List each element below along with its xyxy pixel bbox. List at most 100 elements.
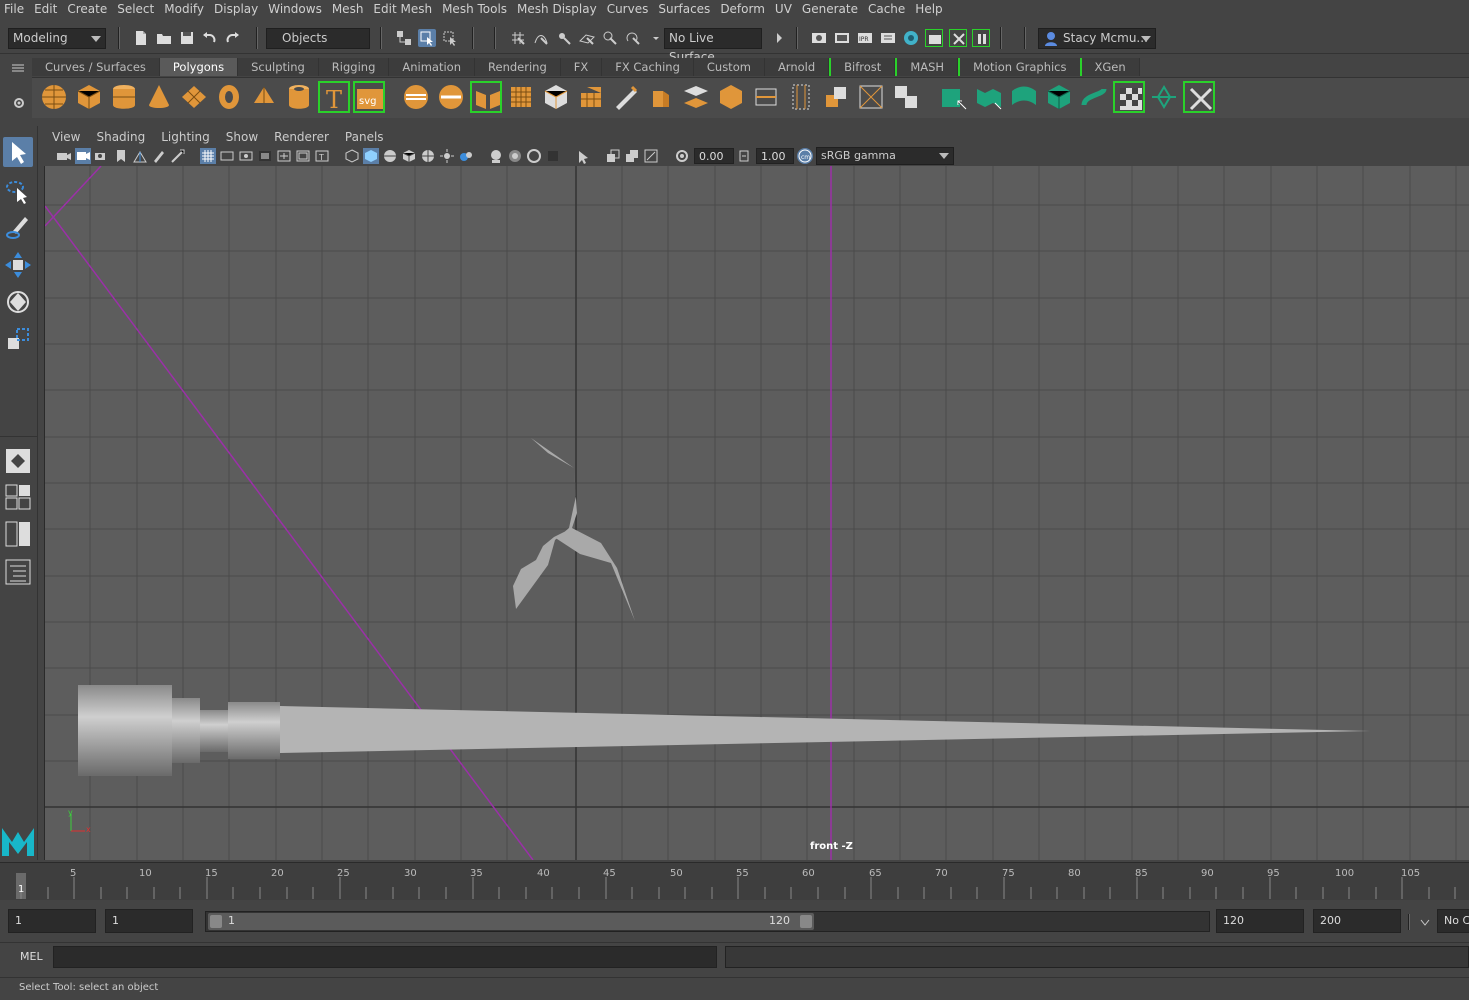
snap-curve-icon[interactable] <box>532 29 550 47</box>
snap-point-icon[interactable] <box>555 29 573 47</box>
shelf-tab-curves-surfaces[interactable]: Curves / Surfaces <box>32 58 160 76</box>
append-polygon-icon[interactable] <box>820 81 852 113</box>
current-frame-marker[interactable]: 1 <box>18 884 24 895</box>
camera-attributes-icon[interactable] <box>75 148 91 164</box>
ambient-occlusion-icon[interactable] <box>458 148 474 164</box>
automatic-mapping-icon[interactable] <box>1043 81 1075 113</box>
shelf-tab-animation[interactable]: Animation <box>389 58 476 76</box>
xray-components-icon[interactable] <box>545 148 561 164</box>
expand-arrow-icon[interactable] <box>770 29 782 47</box>
depth-of-field-icon[interactable] <box>643 148 659 164</box>
paint-select-tool-icon[interactable] <box>3 213 33 243</box>
render-view-icon[interactable] <box>810 29 828 47</box>
shelf-tab-rendering[interactable]: Rendering <box>475 58 561 76</box>
menu-select[interactable]: Select <box>112 1 159 17</box>
offset-edge-loop-icon[interactable] <box>785 81 817 113</box>
selection-mode-dropdown[interactable]: Objects <box>266 28 370 49</box>
gamma-field[interactable]: 1.00 <box>756 148 794 164</box>
render-frame-icon[interactable] <box>833 29 851 47</box>
select-object-icon[interactable] <box>418 29 436 47</box>
mirror-icon[interactable] <box>470 81 502 113</box>
outliner-layout-icon[interactable] <box>3 557 33 587</box>
range-start-handle[interactable] <box>210 915 222 928</box>
range-end-handle[interactable] <box>800 915 812 928</box>
planar-mapping-icon[interactable] <box>973 81 1005 113</box>
panel-menu-renderer[interactable]: Renderer <box>266 130 337 144</box>
menu-deform[interactable]: Deform <box>715 1 770 17</box>
menu-display[interactable]: Display <box>209 1 263 17</box>
time-slider[interactable] <box>0 862 1469 900</box>
menu-modify[interactable]: Modify <box>159 1 209 17</box>
scale-tool-icon[interactable] <box>3 324 33 354</box>
camera-select-icon[interactable] <box>56 148 72 164</box>
color-space-dropdown[interactable]: sRGB gamma <box>816 147 954 165</box>
safe-action-icon[interactable] <box>295 148 311 164</box>
shelf-tab-xgen[interactable]: XGen <box>1081 58 1140 76</box>
scene-end-field[interactable]: 200 <box>1313 909 1401 933</box>
cylindrical-mapping-icon[interactable] <box>1008 81 1040 113</box>
select-hierarchy-icon[interactable] <box>395 29 413 47</box>
selection-highlight-icon[interactable] <box>575 148 591 164</box>
wireframe-icon[interactable] <box>344 148 360 164</box>
gamma-reset-icon[interactable] <box>736 148 752 164</box>
menu-curves[interactable]: Curves <box>602 1 654 17</box>
arnold-render-view-icon[interactable] <box>925 29 943 47</box>
combine-icon[interactable] <box>400 81 432 113</box>
menu-generate[interactable]: Generate <box>797 1 863 17</box>
shelf-tab-fx-caching[interactable]: FX Caching <box>602 58 694 76</box>
panel-menu-view[interactable]: View <box>44 130 88 144</box>
fill-hole-icon[interactable] <box>855 81 887 113</box>
menu-edit-mesh[interactable]: Edit Mesh <box>368 1 437 17</box>
select-tool-icon[interactable] <box>3 137 33 167</box>
shelf-tab-arnold[interactable]: Arnold <box>764 58 830 76</box>
shelf-tab-polygons[interactable]: Polygons <box>159 58 239 76</box>
panel-menu-show[interactable]: Show <box>218 130 266 144</box>
shelf-tab-fx[interactable]: FX <box>560 58 603 76</box>
xray-joints-icon[interactable] <box>526 148 542 164</box>
xray-icon[interactable] <box>507 148 523 164</box>
script-language-toggle[interactable]: MEL <box>20 950 43 963</box>
use-all-lights-icon[interactable] <box>420 148 436 164</box>
shelf-tab-mash[interactable]: MASH <box>895 58 959 76</box>
grease-pencil-icon[interactable] <box>151 148 167 164</box>
shelf-options-icon[interactable] <box>10 62 26 74</box>
film-gate-icon[interactable] <box>219 148 235 164</box>
svg-tool-icon[interactable]: svg <box>353 81 385 113</box>
render-settings-icon[interactable] <box>879 29 897 47</box>
smooth-shade-icon[interactable] <box>363 148 379 164</box>
user-account-dropdown[interactable]: Stacy Mcmu... <box>1038 28 1156 49</box>
poly-plane-icon[interactable] <box>178 81 210 113</box>
new-scene-icon[interactable] <box>132 29 150 47</box>
snap-options-chevron-down-icon[interactable] <box>647 29 659 47</box>
redo-icon[interactable] <box>224 29 242 47</box>
shadows-icon[interactable] <box>439 148 455 164</box>
grid-toggle-icon[interactable] <box>200 148 216 164</box>
character-set-chevron-down-icon[interactable] <box>1420 916 1430 930</box>
menu-help[interactable]: Help <box>910 1 947 17</box>
hypershade-icon[interactable] <box>902 29 920 47</box>
shelf-tab-motion-graphics[interactable]: Motion Graphics <box>958 58 1082 76</box>
image-plane-icon[interactable] <box>113 148 129 164</box>
poly-pipe-icon[interactable] <box>283 81 315 113</box>
lasso-tool-icon[interactable] <box>3 176 33 206</box>
poly-pyramid-icon[interactable] <box>248 81 280 113</box>
gate-mask-icon[interactable] <box>257 148 273 164</box>
open-scene-icon[interactable] <box>155 29 173 47</box>
menu-mesh-tools[interactable]: Mesh Tools <box>437 1 512 17</box>
poly-cylinder-icon[interactable] <box>108 81 140 113</box>
arnold-tools-icon[interactable] <box>949 29 967 47</box>
reduce-icon[interactable] <box>540 81 572 113</box>
merge-icon[interactable] <box>890 81 922 113</box>
checker-map-icon[interactable] <box>1113 81 1145 113</box>
poly-cube-icon[interactable] <box>73 81 105 113</box>
shelf-tab-custom[interactable]: Custom <box>693 58 765 76</box>
panel-menu-lighting[interactable]: Lighting <box>153 130 218 144</box>
exposure-field[interactable]: 0.00 <box>694 148 734 164</box>
insert-edge-loop-icon[interactable] <box>750 81 782 113</box>
color-management-icon[interactable]: cm <box>797 148 813 164</box>
safe-title-icon[interactable]: T <box>314 148 330 164</box>
sew-uv-icon[interactable] <box>1078 81 1110 113</box>
unfold-icon[interactable] <box>1148 81 1180 113</box>
cut-uv-icon[interactable] <box>1183 81 1215 113</box>
live-surface-field[interactable]: No Live Surface <box>664 28 762 64</box>
